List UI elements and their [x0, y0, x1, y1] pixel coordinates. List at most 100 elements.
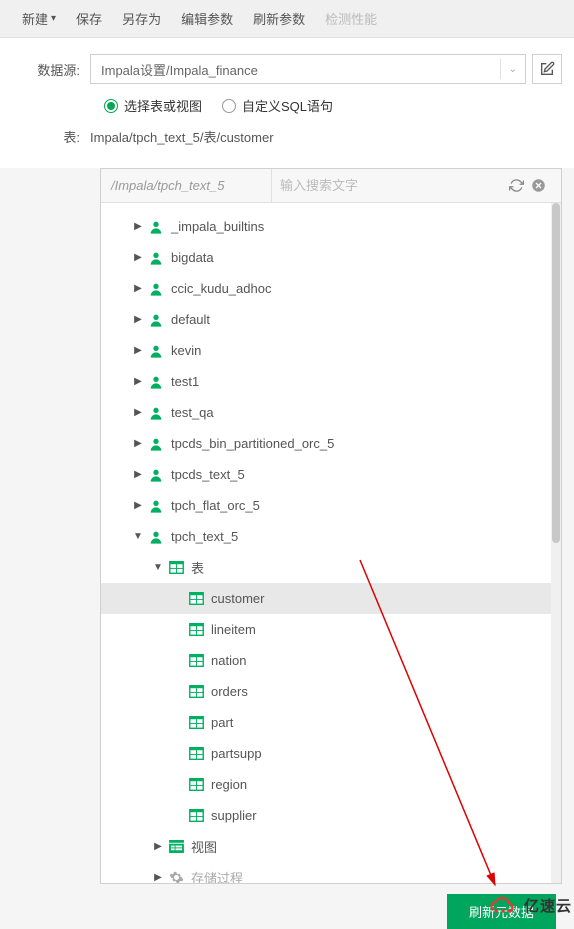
- search-box: [271, 169, 561, 202]
- tree-node[interactable]: ▶lineitem: [101, 614, 561, 645]
- tree-label: tpcds_text_5: [171, 467, 245, 482]
- tree-label: part: [211, 715, 233, 730]
- tree-node[interactable]: ▶ tpcds_text_5: [101, 459, 561, 490]
- tree-node[interactable]: ▶partsupp: [101, 738, 561, 769]
- table-folder-icon: [167, 559, 185, 577]
- tree-node[interactable]: ▼表: [101, 552, 561, 583]
- tree-label: bigdata: [171, 250, 214, 265]
- edit-icon: [539, 61, 555, 77]
- tree-caret-icon: ▶: [171, 717, 185, 728]
- tree-area[interactable]: ▶_impala_builtins▶bigdata▶ccic_kudu_adho…: [101, 203, 561, 883]
- tree-node[interactable]: ▶kevin: [101, 335, 561, 366]
- tree-label: region: [211, 777, 247, 792]
- user-icon: [147, 218, 165, 236]
- radio-table-view[interactable]: 选择表或视图: [104, 96, 202, 115]
- tree-node[interactable]: ▶orders: [101, 676, 561, 707]
- datasource-select[interactable]: Impala设置/Impala_finance ⌄: [90, 54, 526, 84]
- chevron-down-icon: ⌄: [500, 59, 517, 79]
- watermark-text: 亿速云: [524, 895, 572, 916]
- scrollbar-thumb[interactable]: [552, 203, 560, 543]
- tree-label: tpcds_bin_partitioned_orc_5: [171, 436, 334, 451]
- tree-caret-icon: ▶: [131, 376, 145, 387]
- radio-custom-sql[interactable]: 自定义SQL语句: [222, 96, 333, 115]
- user-icon: [147, 249, 165, 267]
- user-icon: [147, 311, 165, 329]
- radio-label: 自定义SQL语句: [242, 96, 333, 115]
- tree-node[interactable]: ▶default: [101, 304, 561, 335]
- scrollbar[interactable]: [551, 203, 561, 883]
- tree-node[interactable]: ▶ region: [101, 769, 561, 800]
- tree-label: tpch_text_5: [171, 529, 238, 544]
- table-icon: [187, 745, 205, 763]
- refresh-icon[interactable]: [507, 177, 525, 195]
- refresh-params-button[interactable]: 刷新参数: [243, 0, 315, 37]
- close-icon[interactable]: [529, 177, 547, 195]
- user-icon: [147, 497, 165, 515]
- tree-caret-icon: ▼: [151, 562, 165, 573]
- tree-label: partsupp: [211, 746, 262, 761]
- tree-node[interactable]: ▶ 视图: [101, 831, 561, 862]
- browser-panel: /Impala/tpch_text_5 ▶_impala_builtins▶bi…: [100, 168, 562, 884]
- tree-node[interactable]: ▶nation: [101, 645, 561, 676]
- datasource-label: 数据源:: [12, 60, 90, 79]
- user-icon: [147, 404, 165, 422]
- tree-node[interactable]: ▶ 存储过程: [101, 862, 561, 883]
- radio-row: 选择表或视图 自定义SQL语句: [12, 96, 562, 115]
- tree-caret-icon: ▶: [151, 841, 165, 852]
- user-icon: [147, 435, 165, 453]
- tree-node[interactable]: ▶test_qa: [101, 397, 561, 428]
- table-icon: [187, 652, 205, 670]
- user-icon: [147, 280, 165, 298]
- tree-node[interactable]: ▶_impala_builtins: [101, 211, 561, 242]
- tree-caret-icon: ▶: [171, 779, 185, 790]
- tree-caret-icon: ▶: [131, 283, 145, 294]
- browser-header: /Impala/tpch_text_5: [101, 169, 561, 203]
- table-icon: [187, 776, 205, 794]
- tree-caret-icon: ▶: [131, 407, 145, 418]
- save-button[interactable]: 保存: [66, 0, 112, 37]
- tree-node[interactable]: ▶ part: [101, 707, 561, 738]
- tree-node[interactable]: ▼ tpch_text_5: [101, 521, 561, 552]
- tree-label: kevin: [171, 343, 201, 358]
- tree-node[interactable]: ▶tpch_flat_orc_5: [101, 490, 561, 521]
- watermark: 亿速云: [486, 893, 572, 917]
- tree-caret-icon: ▶: [131, 221, 145, 232]
- radio-label: 选择表或视图: [124, 96, 202, 115]
- tree-node[interactable]: ▶customer: [101, 583, 561, 614]
- tree-label: ccic_kudu_adhoc: [171, 281, 271, 296]
- edit-datasource-button[interactable]: [532, 54, 562, 84]
- chevron-down-icon: ▾: [51, 13, 56, 24]
- search-input[interactable]: [280, 178, 507, 193]
- form-area: 数据源: Impala设置/Impala_finance ⌄ 选择表或视图 自定…: [0, 38, 574, 168]
- radio-icon: [104, 99, 118, 113]
- radio-group: 选择表或视图 自定义SQL语句: [90, 96, 333, 115]
- tree-label: lineitem: [211, 622, 256, 637]
- table-value: Impala/tpch_text_5/表/customer: [90, 127, 274, 146]
- table-icon: [187, 590, 205, 608]
- tree-caret-icon: ▶: [131, 469, 145, 480]
- save-as-button[interactable]: 另存为: [112, 0, 171, 37]
- tree-label: test1: [171, 374, 199, 389]
- user-icon: [147, 528, 165, 546]
- tree-node[interactable]: ▶ test1: [101, 366, 561, 397]
- tree-label: 视图: [191, 837, 217, 856]
- tree-node[interactable]: ▶tpcds_bin_partitioned_orc_5: [101, 428, 561, 459]
- tree-label: default: [171, 312, 210, 327]
- tree-caret-icon: ▼: [131, 531, 145, 542]
- tree-node[interactable]: ▶ bigdata: [101, 242, 561, 273]
- tree-label: 表: [191, 558, 204, 577]
- tree-node[interactable]: ▶ ccic_kudu_adhoc: [101, 273, 561, 304]
- user-icon: [147, 466, 165, 484]
- tree-caret-icon: ▶: [131, 252, 145, 263]
- gear-icon: [167, 869, 185, 884]
- tree-caret-icon: ▶: [151, 872, 165, 883]
- edit-params-button[interactable]: 编辑参数: [171, 0, 243, 37]
- tree-label: customer: [211, 591, 264, 606]
- check-perf-button: 检测性能: [315, 0, 387, 37]
- tree-caret-icon: ▶: [131, 500, 145, 511]
- path-display: /Impala/tpch_text_5: [101, 178, 271, 193]
- tree-label: 存储过程: [191, 868, 243, 883]
- new-button[interactable]: 新建 ▾: [12, 0, 66, 37]
- tree-node[interactable]: ▶supplier: [101, 800, 561, 831]
- tree-caret-icon: ▶: [171, 686, 185, 697]
